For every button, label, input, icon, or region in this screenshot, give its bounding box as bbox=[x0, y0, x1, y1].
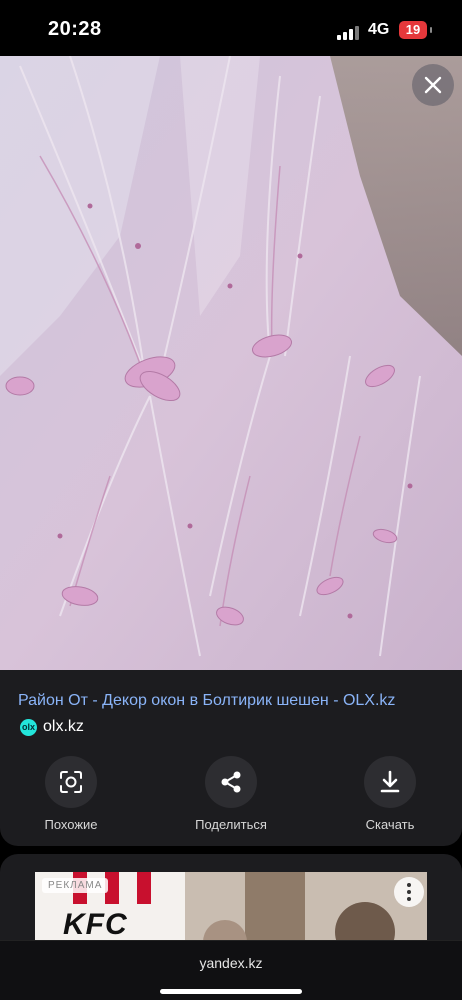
result-source-domain: olx.kz bbox=[43, 718, 84, 735]
result-image[interactable] bbox=[0, 56, 462, 670]
download-icon bbox=[364, 756, 416, 808]
similar-button[interactable]: Похожие bbox=[11, 756, 131, 832]
network-type: 4G bbox=[368, 21, 390, 38]
result-source[interactable]: olx olx.kz bbox=[20, 718, 84, 736]
home-indicator[interactable] bbox=[160, 989, 302, 994]
status-bar: 20:28 4G 19 bbox=[0, 0, 462, 58]
share-label: Поделиться bbox=[195, 817, 267, 832]
ad-card[interactable]: KFC bbox=[0, 854, 462, 954]
more-dot-icon bbox=[407, 883, 411, 887]
ad-more-button[interactable] bbox=[394, 877, 424, 907]
more-dot-icon bbox=[407, 897, 411, 901]
download-button[interactable]: Скачать bbox=[330, 756, 450, 832]
lens-search-icon bbox=[45, 756, 97, 808]
url-text[interactable]: yandex.kz bbox=[0, 955, 462, 971]
olx-logo-icon: olx bbox=[20, 718, 37, 736]
curtain-photo bbox=[0, 56, 462, 670]
battery-tip bbox=[430, 27, 432, 33]
action-bar: Похожие Поделиться Скачать bbox=[0, 756, 462, 836]
close-button[interactable] bbox=[412, 64, 454, 106]
ad-brand-logo: KFC bbox=[63, 908, 128, 941]
ad-badge: РЕКЛАМА bbox=[42, 878, 109, 893]
result-info-card: Район От - Декор окон в Болтирик шешен -… bbox=[0, 670, 462, 846]
share-icon bbox=[205, 756, 257, 808]
share-button[interactable]: Поделиться bbox=[171, 756, 291, 832]
more-dot-icon bbox=[407, 890, 411, 894]
status-time: 20:28 bbox=[48, 18, 102, 40]
similar-label: Похожие bbox=[44, 817, 98, 832]
browser-address-bar[interactable]: yandex.kz bbox=[0, 940, 462, 1000]
battery-icon: 19 bbox=[399, 21, 427, 39]
close-icon bbox=[424, 76, 442, 94]
download-label: Скачать bbox=[365, 817, 415, 832]
cellular-signal-icon bbox=[337, 24, 361, 40]
result-title-link[interactable]: Район От - Декор окон в Болтирик шешен -… bbox=[18, 692, 448, 710]
